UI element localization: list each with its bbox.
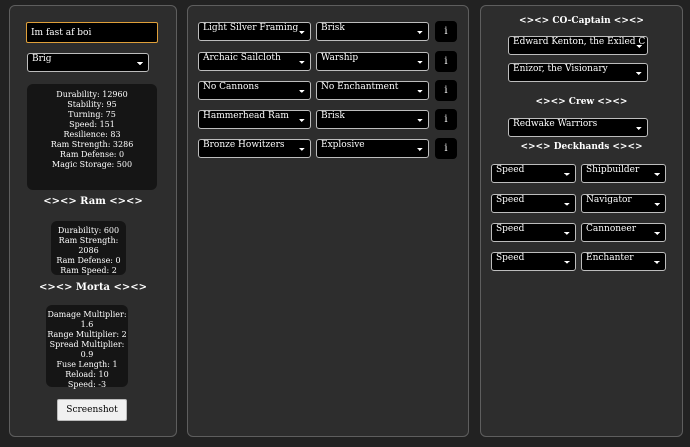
stat-line: Ram Strength: <box>58 236 119 245</box>
ship-summary-panel: Brig Durability: 12960 Stability: 95 Tur… <box>9 5 177 437</box>
stat-line: Range Multiplier: 2 <box>47 330 127 339</box>
crew-section-title: <><> Crew <><> <box>535 97 628 107</box>
deckhand-role-select[interactable]: Enchanter <box>581 252 666 271</box>
stat-line: Ram Speed: 2 <box>60 266 117 275</box>
equipment-item-select[interactable]: Light Silver Framing <box>198 22 311 41</box>
stat-line: Fuse Length: 1 <box>56 360 118 369</box>
ship-name-input[interactable] <box>26 22 158 43</box>
info-button[interactable]: i <box>435 138 457 159</box>
stat-line: Resilience: 83 <box>63 130 121 139</box>
stat-line: 1.6 <box>80 320 94 329</box>
deckhands-section-title: <><> Deckhands <><> <box>520 142 643 152</box>
info-button[interactable]: i <box>435 21 457 42</box>
deckhand-stat-select[interactable]: Speed <box>491 252 576 271</box>
cocaptain-select[interactable]: Edward Kenton, the Exiled C <box>508 36 648 55</box>
equipment-item-select[interactable]: Hammerhead Ram <box>198 110 311 129</box>
cocaptain-section-title: <><> CO-Captain <><> <box>519 16 644 26</box>
info-button[interactable]: i <box>435 51 457 72</box>
equipment-modifier-select[interactable]: Brisk <box>316 110 429 129</box>
deckhand-role-select[interactable]: Shipbuilder <box>581 164 666 183</box>
stat-line: 2086 <box>78 246 99 255</box>
stat-line: Ram Defense: 0 <box>56 256 121 265</box>
ram-stats-box: Durability: 600 Ram Strength: 2086 Ram D… <box>51 221 126 275</box>
stat-line: Speed: -3 <box>67 380 107 389</box>
equipment-panel: Light Silver Framing Brisk i Archaic Sai… <box>187 5 469 437</box>
stat-line: Ram Strength: 3286 <box>50 140 134 149</box>
equipment-item-select[interactable]: No Cannons <box>198 81 311 100</box>
ship-type-select[interactable]: Brig <box>27 53 149 72</box>
stat-line: Spread Multiplier: <box>49 340 125 349</box>
deckhand-stat-select[interactable]: Speed <box>491 164 576 183</box>
screenshot-button[interactable]: Screenshot <box>57 399 127 421</box>
equipment-item-select[interactable]: Bronze Howitzers <box>198 139 311 158</box>
ram-section-title: <><> Ram <><> <box>43 196 143 207</box>
equipment-modifier-select[interactable]: No Enchantment <box>316 81 429 100</box>
crew-select[interactable]: Redwake Warriors <box>508 118 648 137</box>
cocaptain-select[interactable]: Enizor, the Visionary <box>508 63 648 82</box>
deckhand-role-select[interactable]: Cannoneer <box>581 223 666 242</box>
crew-panel: <><> CO-Captain <><> Edward Kenton, the … <box>480 5 683 437</box>
stat-line: Turning: 75 <box>68 110 116 119</box>
equipment-modifier-select[interactable]: Brisk <box>316 22 429 41</box>
stat-line: Stability: 95 <box>67 100 117 109</box>
stat-line: Damage Multiplier: <box>47 310 127 319</box>
equipment-item-select[interactable]: Archaic Sailcloth <box>198 52 311 71</box>
info-button[interactable]: i <box>435 109 457 130</box>
stat-line: 0.9 <box>80 350 94 359</box>
stat-line: Magic Storage: 500 <box>51 160 133 169</box>
morta-section-title: <><> Morta <><> <box>38 282 148 293</box>
ship-stats-box: Durability: 12960 Stability: 95 Turning:… <box>27 84 157 190</box>
morta-stats-box: Damage Multiplier: 1.6 Range Multiplier:… <box>46 305 128 389</box>
info-button[interactable]: i <box>435 80 457 101</box>
stat-line: Durability: 600 <box>57 226 120 235</box>
deckhand-stat-select[interactable]: Speed <box>491 223 576 242</box>
stat-line: Ram Defense: 0 <box>59 150 125 159</box>
stat-line: Durability: 12960 <box>56 90 128 99</box>
stat-line: Reload: 10 <box>65 370 109 379</box>
deckhand-stat-select[interactable]: Speed <box>491 194 576 213</box>
equipment-modifier-select[interactable]: Warship <box>316 52 429 71</box>
deckhand-role-select[interactable]: Navigator <box>581 194 666 213</box>
stat-line: Speed: 151 <box>69 120 115 129</box>
equipment-modifier-select[interactable]: Explosive <box>316 139 429 158</box>
